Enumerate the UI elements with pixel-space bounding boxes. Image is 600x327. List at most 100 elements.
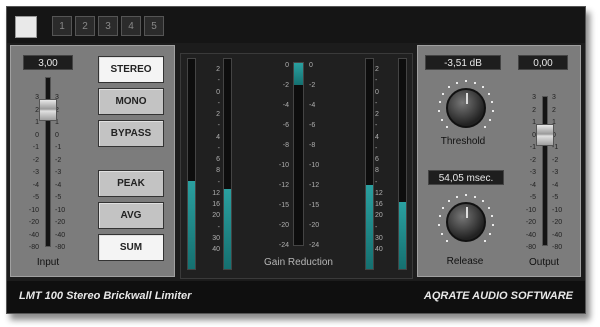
dial-dot xyxy=(491,110,494,113)
scale-tick: 3 xyxy=(552,94,556,101)
scale-tick: 40 xyxy=(375,246,383,253)
release-caption: Release xyxy=(446,256,484,267)
scale-tick: 16 xyxy=(212,201,220,208)
scale-tick: -6 xyxy=(309,122,316,129)
preset-2-button[interactable]: 2 xyxy=(75,16,95,36)
scale-tick: -3 xyxy=(55,169,62,176)
output-right-meter-fill xyxy=(399,201,406,269)
scale-tick: -20 xyxy=(309,222,320,229)
dial-dot xyxy=(445,126,448,129)
stereo-button[interactable]: STEREO xyxy=(98,56,164,83)
scale-tick: -3 xyxy=(552,169,559,176)
scale-tick: -20 xyxy=(55,219,66,226)
dial-dot xyxy=(484,240,487,243)
preset-3-button[interactable]: 3 xyxy=(98,16,118,36)
preset-a-button[interactable] xyxy=(15,16,37,38)
preset-4-button[interactable]: 4 xyxy=(121,16,141,36)
scale-tick: -15 xyxy=(278,202,289,209)
scale-tick: -24 xyxy=(278,242,289,249)
scale-tick: 8 xyxy=(375,167,379,175)
scale-tick: 20 xyxy=(212,212,220,220)
threshold-knob[interactable] xyxy=(446,88,486,128)
input-caption: Input xyxy=(36,257,60,268)
vendor-name: AQRATE AUDIO SOFTWARE xyxy=(423,290,573,302)
scale-tick: - xyxy=(217,223,220,231)
scale-tick: 0 xyxy=(309,62,313,69)
scale-tick: 6 xyxy=(375,156,379,163)
scale-tick: 0 xyxy=(552,132,572,140)
scale-tick: -12 xyxy=(309,182,320,189)
release-knob[interactable] xyxy=(446,202,486,242)
scale-tick: 2 xyxy=(216,66,220,73)
scale-tick: - xyxy=(217,144,220,152)
scale-tick: -40 xyxy=(55,231,66,239)
dial-dot xyxy=(440,118,443,121)
scale-tick: - xyxy=(217,122,220,130)
scale-tick: 2 xyxy=(375,66,379,73)
scale-tick: -2 xyxy=(55,156,62,164)
output-left-meter xyxy=(365,58,374,270)
dial-dot xyxy=(489,232,492,235)
scale-tick: -20 xyxy=(525,219,536,226)
output-fader-track[interactable] xyxy=(542,96,548,246)
output-fader-handle[interactable] xyxy=(536,124,554,146)
output-panel: -3,51 dB Threshold 54,05 msec. Release 0… xyxy=(417,45,581,277)
footer-bar: LMT 100 Stereo Brickwall Limiter AQRATE … xyxy=(7,281,585,313)
gain-reduction-meter xyxy=(293,62,304,246)
preset-1-button[interactable]: 1 xyxy=(52,16,72,36)
preset-bar: 1 2 3 4 5 xyxy=(7,7,585,43)
scale-tick: 30 xyxy=(375,234,383,242)
meter-section: 2-0-2-4-6 8-12 16 20-30 40 0 -2 -4 -6 -8 -10 -12 -1… xyxy=(180,53,413,279)
mono-button[interactable]: MONO xyxy=(98,88,164,115)
output-right-meter xyxy=(398,58,407,270)
scale-tick: 2 xyxy=(216,111,220,118)
sum-button[interactable]: SUM xyxy=(98,234,164,261)
preset-5-button[interactable]: 5 xyxy=(144,16,164,36)
scale-tick: -10 xyxy=(278,162,289,169)
dial-dot xyxy=(487,206,490,209)
input-left-meter-fill xyxy=(188,180,195,269)
input-fader-handle[interactable] xyxy=(39,99,57,121)
dial-dot xyxy=(491,214,494,217)
scale-tick: -4 xyxy=(529,181,536,189)
dial-dot xyxy=(465,194,467,196)
scale-tick: - xyxy=(375,99,378,107)
scale-tick: -20 xyxy=(552,219,563,226)
scale-tick: - xyxy=(217,77,220,85)
dial-dot xyxy=(473,195,476,198)
scale-tick: - xyxy=(375,178,378,186)
scale-tick: -4 xyxy=(309,102,316,109)
peak-button[interactable]: PEAK xyxy=(98,170,164,197)
scale-tick: 3 xyxy=(35,94,39,101)
avg-button[interactable]: AVG xyxy=(98,202,164,229)
scale-tick: 20 xyxy=(375,212,383,220)
release-knob-indicator xyxy=(466,207,468,218)
dial-dot xyxy=(438,224,441,227)
scale-tick: - xyxy=(217,178,220,186)
gain-reduction-meter-fill xyxy=(294,63,303,85)
dial-dot xyxy=(445,240,448,243)
bypass-button[interactable]: BYPASS xyxy=(98,120,164,147)
scale-tick: -80 xyxy=(28,244,39,251)
scale-tick: -4 xyxy=(55,181,62,189)
dial-dot xyxy=(440,232,443,235)
scale-tick: -15 xyxy=(309,202,320,209)
scale-tick: 2 xyxy=(55,107,79,115)
scale-tick: - xyxy=(217,99,220,107)
scale-tick: -8 xyxy=(282,142,289,149)
scale-tick: 12 xyxy=(212,189,220,197)
scale-tick: 0 xyxy=(532,131,536,139)
dial-dot xyxy=(481,85,484,88)
dial-dot xyxy=(438,110,441,113)
scale-tick: 6 xyxy=(216,156,220,163)
scale-tick: -5 xyxy=(32,194,39,201)
scale-tick: -2 xyxy=(32,156,39,164)
dial-dot xyxy=(442,92,445,95)
scale-tick: 2 xyxy=(552,106,556,114)
scale-tick: -10 xyxy=(552,206,563,214)
scale-tick: -10 xyxy=(28,206,39,214)
scale-tick: -2 xyxy=(309,82,316,89)
scale-tick: -1 xyxy=(529,144,536,151)
scale-tick: -10 xyxy=(309,162,320,169)
scale-tick: 0 xyxy=(55,131,59,139)
